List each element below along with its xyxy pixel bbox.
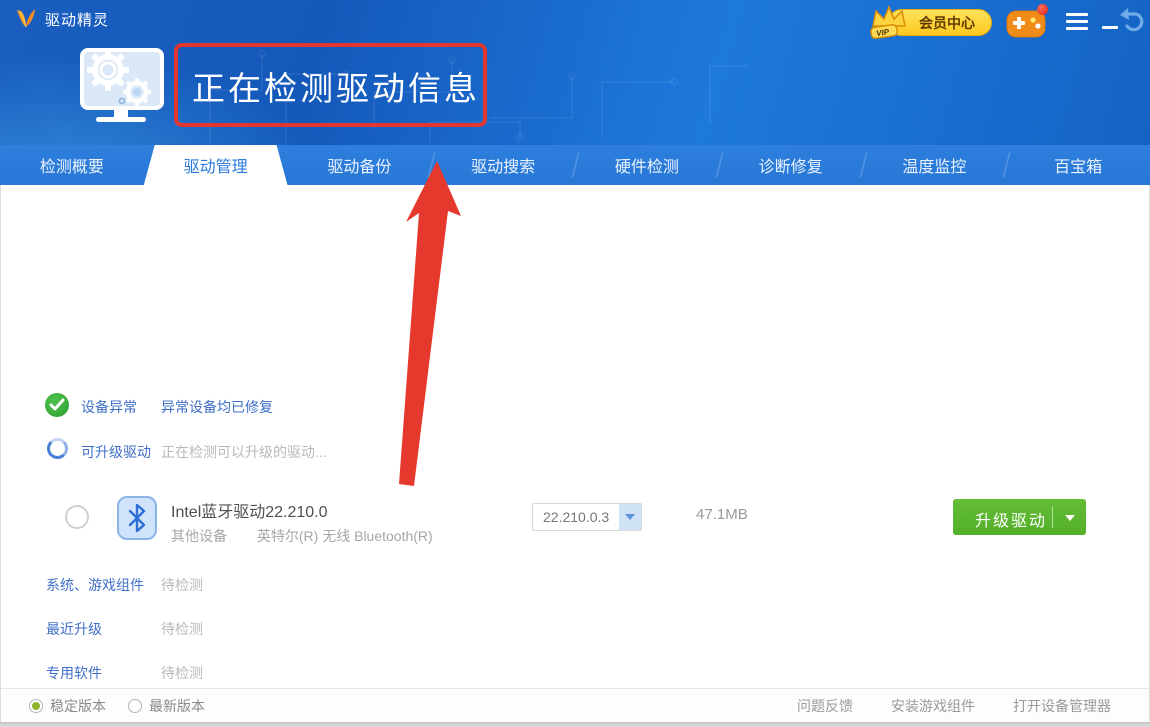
titlebar: 驱动精灵 VIP 会员中心 <box>0 0 1150 40</box>
window-bottom-edge <box>0 722 1150 727</box>
header-banner: 驱动精灵 VIP 会员中心 <box>0 0 1150 145</box>
driver-select-checkbox[interactable] <box>65 505 89 529</box>
tab-temperature-monitor[interactable]: 温度监控 <box>863 145 1007 185</box>
status-detail-scanning: 正在检测可以升级的驱动... <box>161 442 327 462</box>
vip-center-label: 会员中心 <box>919 13 975 33</box>
logo-icon <box>14 8 38 30</box>
radio-selected-icon <box>29 699 43 713</box>
tab-driver-search[interactable]: 驱动搜索 <box>431 145 575 185</box>
game-center-button[interactable] <box>1006 7 1046 39</box>
status-label-device-abnormal: 设备异常 <box>81 397 137 417</box>
page-title: 正在检测驱动信息 <box>192 62 480 110</box>
section-status: 待检测 <box>161 575 203 595</box>
tab-diagnose-repair[interactable]: 诊断修复 <box>719 145 863 185</box>
driver-subtitle: 其他设备 英特尔(R) 无线 Bluetooth(R) <box>171 526 433 546</box>
link-feedback[interactable]: 问题反馈 <box>797 696 853 716</box>
driver-size: 47.1MB <box>696 506 748 523</box>
upgrade-driver-label: 升级驱动 <box>975 507 1047 531</box>
footer-bar: 稳定版本 最新版本 问题反馈 安装游戏组件 打开设备管理器 <box>1 688 1149 722</box>
tab-driver-backup[interactable]: 驱动备份 <box>288 145 432 185</box>
section-status: 待检测 <box>161 663 203 683</box>
app-title: 驱动精灵 <box>45 9 109 30</box>
spinner-icon <box>47 438 68 459</box>
driver-device: 英特尔(R) 无线 Bluetooth(R) <box>257 528 433 544</box>
svg-text:VIP: VIP <box>876 27 891 38</box>
version-value: 22.210.0.3 <box>543 509 609 525</box>
undo-icon[interactable] <box>1116 6 1150 41</box>
radio-stable-version[interactable]: 稳定版本 <box>29 696 106 716</box>
footer-links: 问题反馈 安装游戏组件 打开设备管理器 <box>797 689 1111 723</box>
dropdown-caret-icon[interactable] <box>619 504 641 530</box>
monitor-gears-icon <box>66 40 172 138</box>
link-open-device-manager[interactable]: 打开设备管理器 <box>1013 696 1111 716</box>
section-recent-upgrades: 最近升级 <box>46 619 102 639</box>
section-status: 待检测 <box>161 619 203 639</box>
upgrade-options-caret-icon[interactable] <box>1065 515 1075 521</box>
crown-vip-icon: VIP <box>865 2 909 42</box>
link-install-game-components[interactable]: 安装游戏组件 <box>891 696 975 716</box>
radio-latest-version[interactable]: 最新版本 <box>128 696 205 716</box>
section-system-game-components: 系统、游戏组件 <box>46 575 144 595</box>
upgrade-driver-button[interactable]: 升级驱动 <box>953 499 1086 535</box>
menu-icon[interactable] <box>1066 13 1088 34</box>
check-icon <box>45 393 69 417</box>
content-area: 设备异常 异常设备均已修复 可升级驱动 正在检测可以升级的驱动... Intel… <box>1 185 1149 688</box>
notification-dot <box>1037 4 1048 15</box>
driver-category: 其他设备 <box>171 528 227 544</box>
version-dropdown[interactable]: 22.210.0.3 <box>532 503 642 531</box>
vip-center-button[interactable]: VIP 会员中心 <box>888 9 992 36</box>
tab-toolbox[interactable]: 百宝箱 <box>1006 145 1150 185</box>
app-window: 驱动精灵 VIP 会员中心 <box>0 0 1150 727</box>
radio-unselected-icon <box>128 699 142 713</box>
driver-name: Intel蓝牙驱动22.210.0 <box>171 498 328 522</box>
main-tabbar: 检测概要 驱动管理 驱动备份 驱动搜索 硬件检测 诊断修复 温度监控 百宝箱 <box>0 145 1150 185</box>
version-channel-radios: 稳定版本 最新版本 <box>29 689 205 723</box>
status-label-upgradable: 可升级驱动 <box>81 442 151 462</box>
app-logo: 驱动精灵 <box>14 8 109 30</box>
bluetooth-icon <box>117 496 157 540</box>
section-dedicated-software: 专用软件 <box>46 663 102 683</box>
tab-detect-summary[interactable]: 检测概要 <box>0 145 144 185</box>
status-detail-repaired-link[interactable]: 异常设备均已修复 <box>161 397 273 417</box>
tab-driver-management[interactable]: 驱动管理 <box>144 145 288 185</box>
tab-hardware-detect[interactable]: 硬件检测 <box>575 145 719 185</box>
